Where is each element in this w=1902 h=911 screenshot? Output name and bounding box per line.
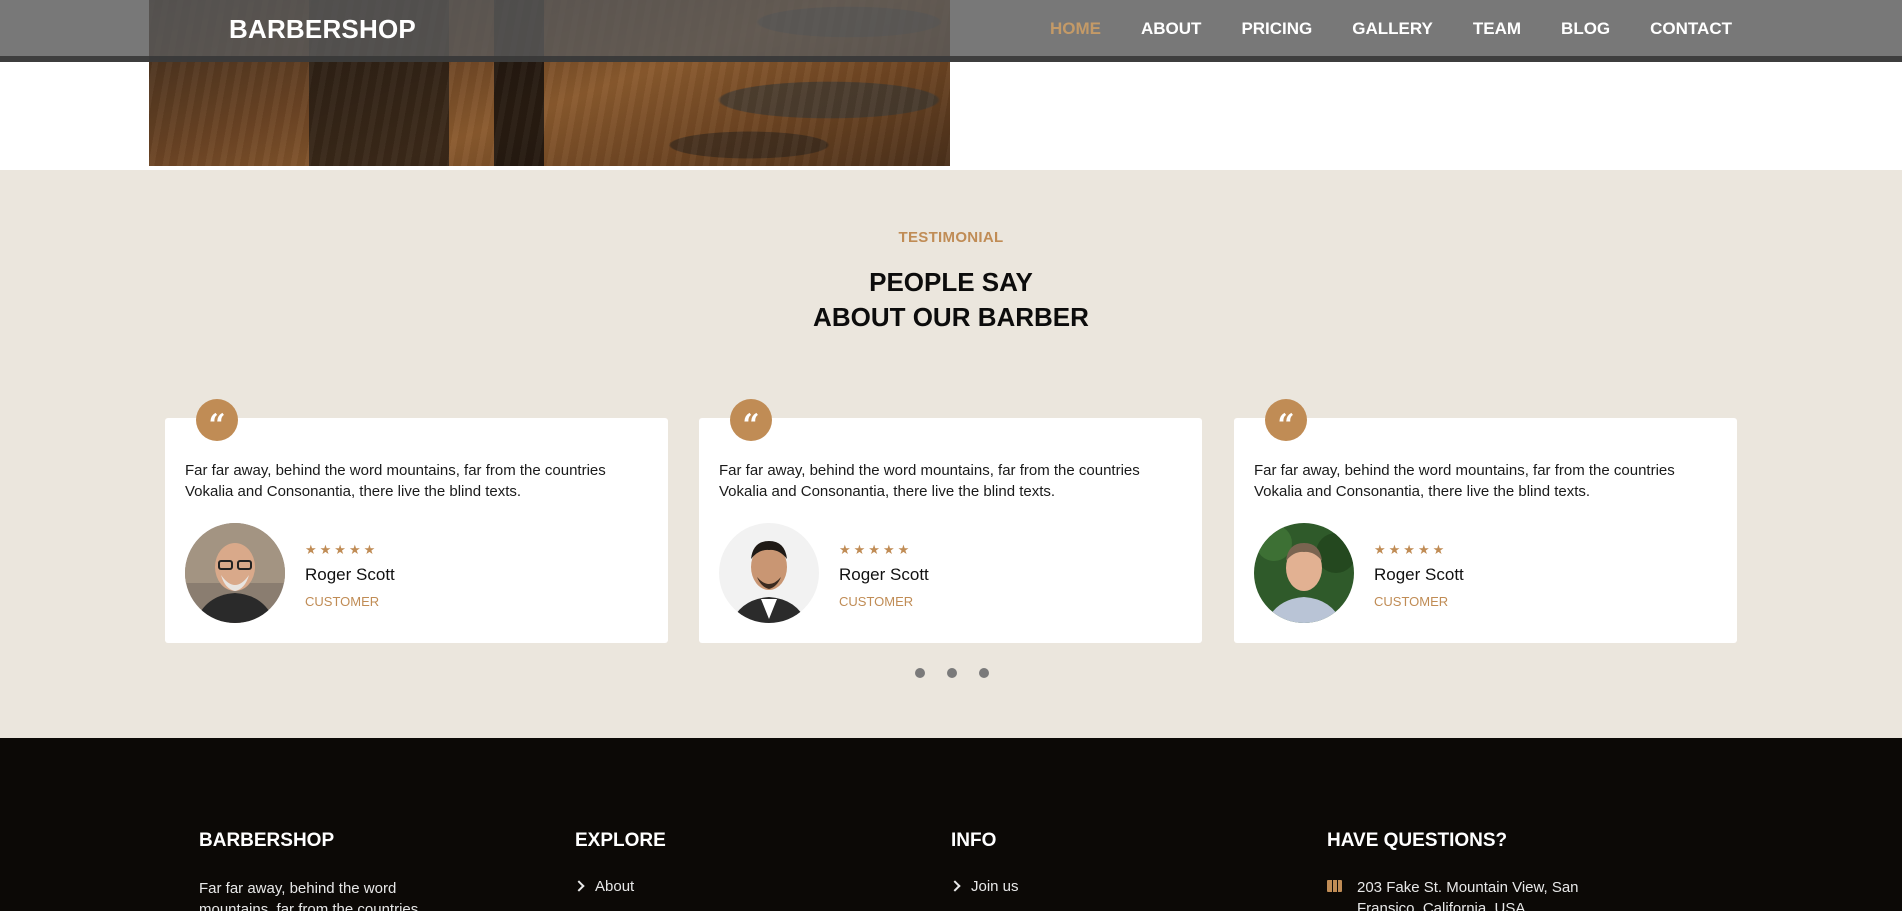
nav-blog[interactable]: BLOG	[1561, 19, 1610, 39]
rating-stars: ★★★★★	[305, 542, 379, 557]
carousel-dot-2[interactable]	[947, 668, 957, 678]
footer-explore-title: EXPLORE	[575, 830, 666, 851]
nav-contact[interactable]: CONTACT	[1650, 19, 1732, 39]
person-role: CUSTOMER	[839, 594, 914, 609]
footer-brand-title: BARBERSHOP	[199, 830, 335, 851]
footer-col-questions: HAVE QUESTIONS? 203 Fake St. Mountain Vi…	[1327, 830, 1579, 911]
person-role: CUSTOMER	[305, 594, 380, 609]
footer-link-join-us[interactable]: Join us	[949, 878, 1019, 895]
person-name: Roger Scott	[839, 565, 929, 584]
footer-col-explore: EXPLORE About	[573, 830, 666, 895]
footer-col-brand: BARBERSHOP Far far away, behind the word…	[199, 830, 418, 911]
person-name: Roger Scott	[1374, 565, 1464, 584]
footer-link-about[interactable]: About	[573, 878, 635, 895]
testimonial-text: Far far away, behind the word mountains,…	[1254, 462, 1675, 500]
chevron-right-icon	[949, 880, 961, 892]
chevron-right-icon	[573, 880, 585, 892]
footer-info-title: INFO	[951, 830, 997, 851]
testimonial-section: TESTIMONIAL PEOPLE SAY ABOUT OUR BARBER …	[0, 170, 1902, 738]
nav-gallery[interactable]: GALLERY	[1352, 19, 1433, 39]
rating-stars: ★★★★★	[839, 542, 913, 557]
carousel-pagination	[915, 668, 989, 678]
person-role: CUSTOMER	[1374, 594, 1449, 609]
testimonial-text: Far far away, behind the word mountains,…	[185, 462, 606, 500]
nav-team[interactable]: TEAM	[1473, 19, 1521, 39]
footer-link-label: Join us	[971, 878, 1019, 895]
footer-link-label: About	[595, 878, 635, 895]
nav-pricing[interactable]: PRICING	[1241, 19, 1312, 39]
rating-stars: ★★★★★	[1374, 542, 1448, 557]
footer-about-text: Far far away, behind the word mountains,…	[199, 880, 419, 911]
avatar	[1254, 523, 1354, 623]
testimonial-card: “ Far far away, behind the word mountain…	[165, 399, 668, 643]
heading-line-1: PEOPLE SAY	[869, 267, 1033, 297]
avatar	[185, 523, 285, 623]
footer: BARBERSHOP Far far away, behind the word…	[0, 738, 1902, 911]
heading-line-2: ABOUT OUR BARBER	[813, 302, 1089, 332]
brand-logo[interactable]: BARBERSHOP	[229, 14, 416, 45]
footer-questions-title: HAVE QUESTIONS?	[1327, 830, 1508, 851]
testimonial-card: “ Far far away, behind the word mountain…	[699, 399, 1202, 643]
avatar	[719, 523, 819, 623]
map-icon	[1327, 880, 1342, 892]
nav-menu: HOME ABOUT PRICING GALLERY TEAM BLOG CON…	[1010, 19, 1732, 39]
nav-home[interactable]: HOME	[1050, 19, 1101, 39]
testimonial-text: Far far away, behind the word mountains,…	[719, 462, 1140, 500]
footer-address: 203 Fake St. Mountain View, San Fransico…	[1357, 879, 1579, 911]
carousel-dot-3[interactable]	[979, 668, 989, 678]
quote-icon: “	[196, 399, 238, 441]
testimonial-card: “ Far far away, behind the word mountain…	[1234, 399, 1737, 643]
nav-about[interactable]: ABOUT	[1141, 19, 1201, 39]
quote-icon: “	[730, 399, 772, 441]
section-heading: PEOPLE SAY ABOUT OUR BARBER	[0, 265, 1902, 335]
navbar: BARBERSHOP HOME ABOUT PRICING GALLERY TE…	[0, 0, 1902, 62]
carousel-dot-1[interactable]	[915, 668, 925, 678]
section-subheading: TESTIMONIAL	[898, 229, 1004, 246]
person-name: Roger Scott	[305, 565, 395, 584]
quote-icon: “	[1265, 399, 1307, 441]
footer-col-info: INFO Join us	[949, 830, 1019, 895]
